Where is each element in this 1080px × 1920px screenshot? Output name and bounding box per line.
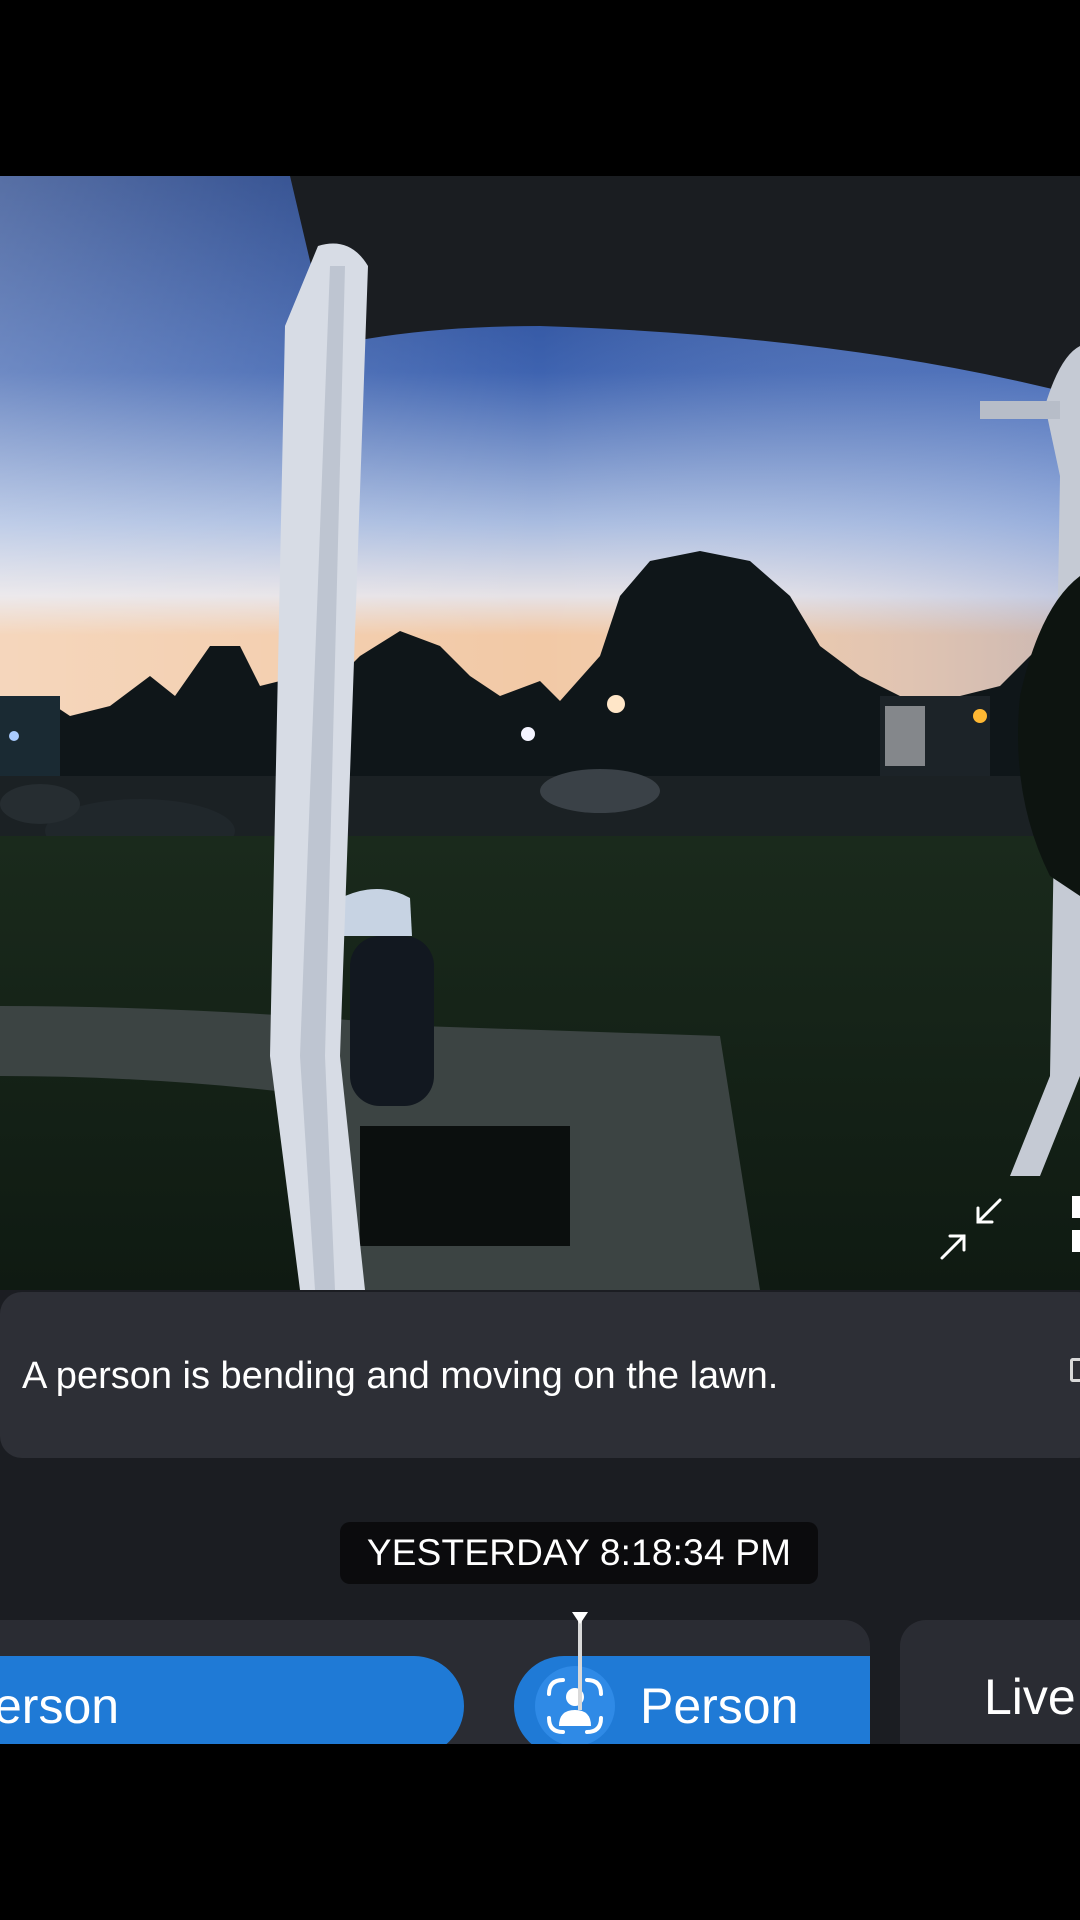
timeline-event-person-previous[interactable]: erson — [0, 1656, 464, 1744]
live-label: Live — [984, 1669, 1076, 1725]
camera-feed[interactable] — [0, 176, 1080, 1290]
fullscreen-edge-icon[interactable] — [1068, 1196, 1080, 1258]
timeline-event-person-current[interactable]: Person — [514, 1656, 870, 1744]
event-description: A person is bending and moving on the la… — [22, 1355, 779, 1397]
bottom-letterbox — [0, 1744, 1080, 1920]
timeline-playhead[interactable] — [578, 1614, 582, 1710]
app-root: A person is bending and moving on the la… — [0, 0, 1080, 1920]
collapse-arrows-icon — [940, 1198, 1002, 1260]
playhead-marker-icon — [572, 1612, 588, 1624]
event-label: Person — [640, 1678, 799, 1734]
caption-expand-icon[interactable] — [1070, 1358, 1080, 1382]
live-button[interactable]: Live — [900, 1620, 1080, 1744]
event-timeline[interactable]: erson Person — [0, 1620, 870, 1744]
camera-scene — [0, 176, 1080, 1290]
top-letterbox — [0, 0, 1080, 176]
event-timestamp: YESTERDAY 8:18:34 PM — [340, 1522, 818, 1584]
collapse-button[interactable] — [938, 1196, 1004, 1262]
event-label: erson — [0, 1678, 120, 1734]
person-detect-icon — [530, 1661, 620, 1744]
